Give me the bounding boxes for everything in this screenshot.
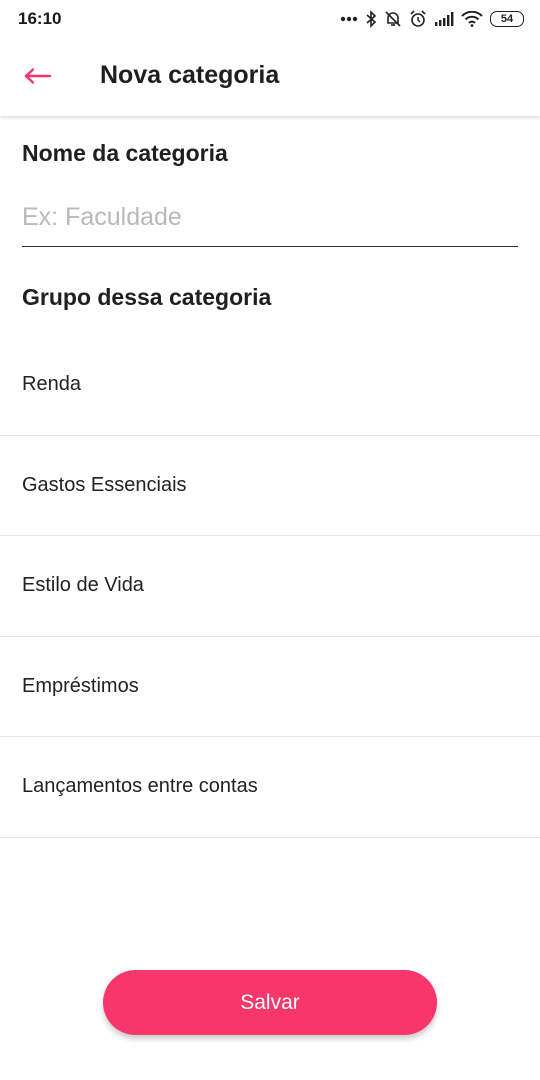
- battery-icon: 54: [490, 11, 524, 27]
- back-button[interactable]: [16, 58, 60, 98]
- alarm-icon: [409, 10, 427, 28]
- group-option-gastos-essenciais[interactable]: Gastos Essenciais: [0, 436, 540, 536]
- muted-bell-icon: [384, 10, 402, 28]
- bluetooth-icon: [365, 10, 377, 28]
- page-title: Nova categoria: [100, 61, 280, 89]
- arrow-left-icon: [24, 67, 52, 89]
- category-group-label: Grupo dessa categoria: [22, 284, 272, 310]
- category-name-input[interactable]: [22, 194, 518, 247]
- more-dots-icon: [340, 16, 358, 22]
- group-option-lancamentos-entre-contas[interactable]: Lançamentos entre contas: [0, 737, 540, 838]
- group-option-estilo-de-vida[interactable]: Estilo de Vida: [0, 536, 540, 637]
- status-time: 16:10: [18, 9, 62, 28]
- signal-icon: [434, 12, 454, 26]
- group-option-renda[interactable]: Renda: [0, 335, 540, 436]
- app-bar: Nova categoria: [0, 40, 540, 116]
- group-option-emprestimos[interactable]: Empréstimos: [0, 637, 540, 737]
- group-list: Renda Gastos Essenciais Estilo de Vida E…: [0, 335, 540, 838]
- status-icons: 54: [340, 8, 524, 30]
- status-bar: 16:10 54: [0, 0, 540, 40]
- save-button[interactable]: Salvar: [103, 970, 437, 1035]
- wifi-icon: [461, 11, 483, 27]
- category-name-label: Nome da categoria: [22, 140, 228, 166]
